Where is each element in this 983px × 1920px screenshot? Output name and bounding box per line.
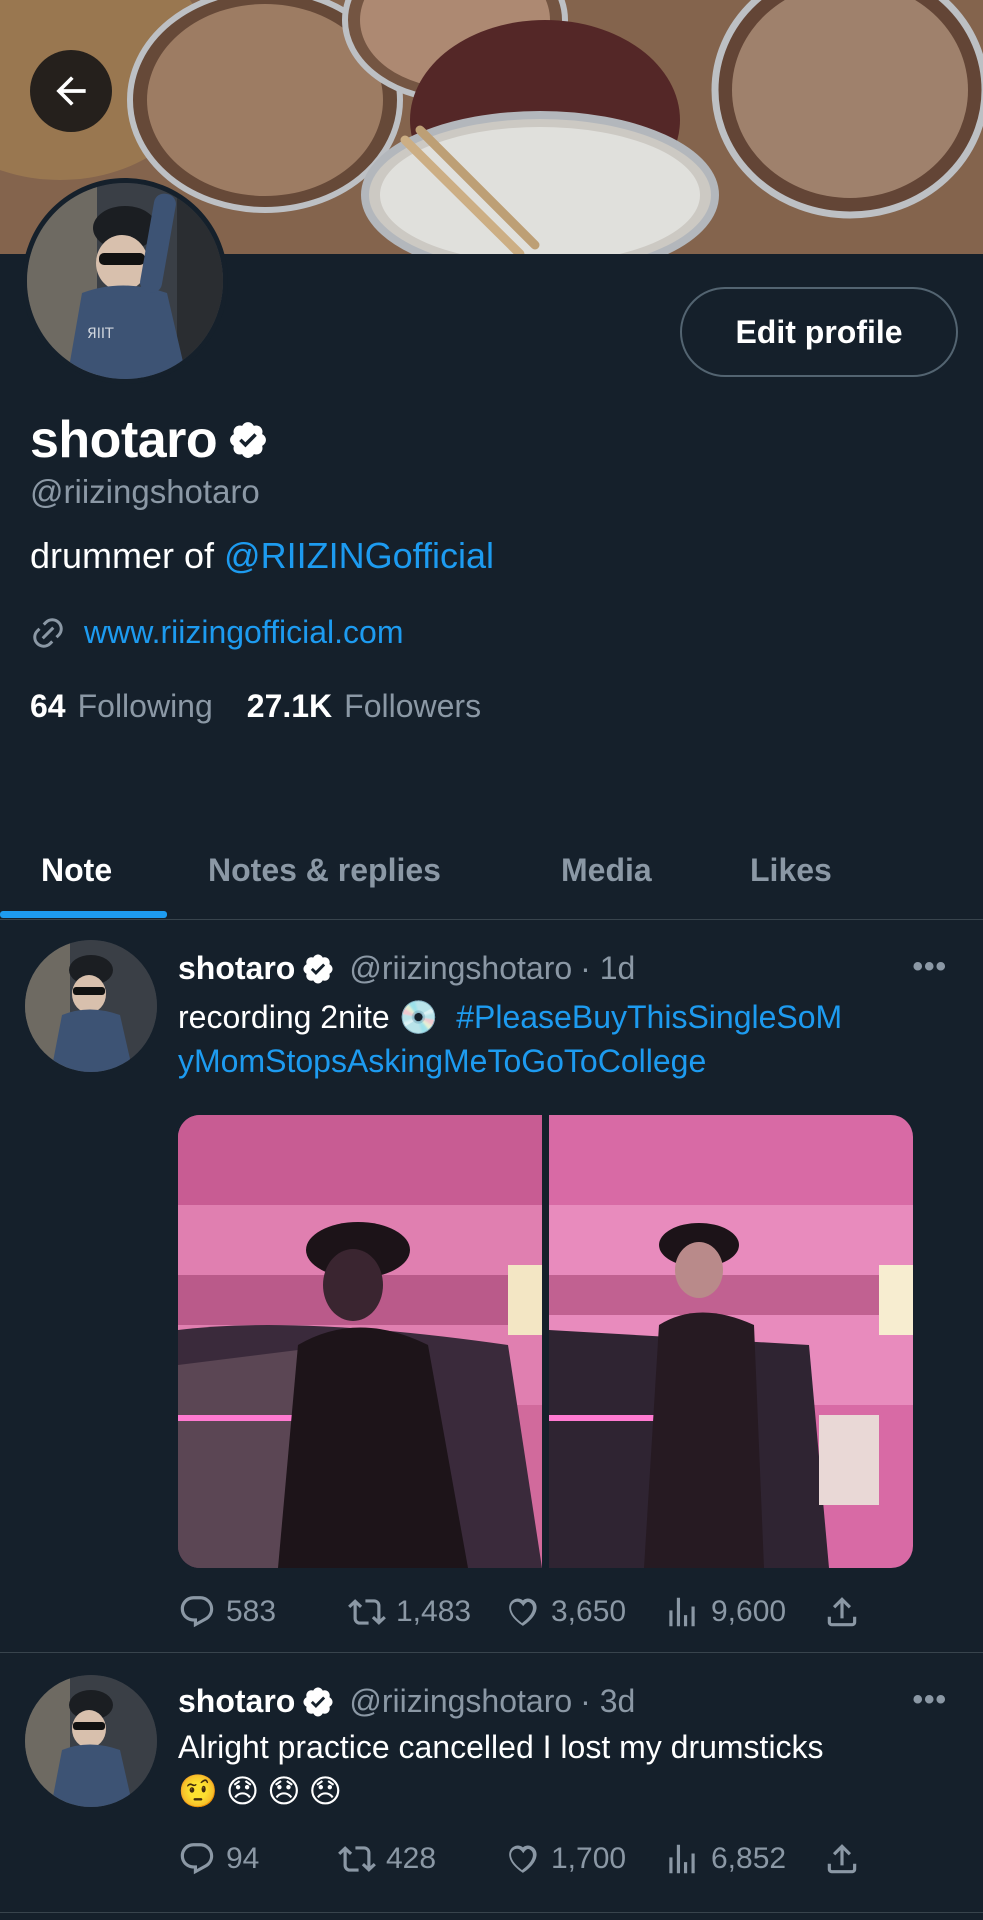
tab-likes[interactable]: Likes <box>750 820 832 920</box>
post-author-name[interactable]: shotaro <box>178 1683 295 1720</box>
repost-count: 428 <box>386 1842 437 1875</box>
heart-icon <box>509 1598 537 1626</box>
following-label: Following <box>77 688 213 724</box>
tab-notes-and-replies[interactable]: Notes & replies <box>208 820 441 920</box>
post-header: shotaro @riizingshotaro · 3d <box>178 1683 635 1720</box>
views-count: 6,852 <box>711 1842 787 1875</box>
display-name-row: shotaro <box>30 410 269 470</box>
like-count: 3,650 <box>551 1595 627 1628</box>
post-text: recording 2nite 💿 #PleaseBuyThisSingleSo… <box>178 995 948 1083</box>
arrow-left-icon <box>56 76 86 106</box>
followers-label: Followers <box>344 688 482 724</box>
verified-badge-icon <box>230 422 267 458</box>
post-author-handle: @riizingshotaro <box>349 1683 573 1719</box>
post-photo-1[interactable] <box>178 1115 542 1568</box>
tab-note[interactable]: Note <box>41 820 112 920</box>
post-author-handle: @riizingshotaro <box>349 950 573 986</box>
like-button[interactable]: 3,650 <box>503 1593 626 1631</box>
reply-count: 94 <box>226 1842 260 1875</box>
post-actions: 583 1,483 3,650 9,600 <box>178 1590 878 1634</box>
views-icon <box>669 1597 695 1627</box>
following-count: 64 <box>30 688 66 724</box>
profile-avatar[interactable]: ЯIIT <box>22 178 228 384</box>
avatar-image <box>25 1675 157 1807</box>
photo-image <box>178 1115 542 1568</box>
views-button[interactable]: 9,600 <box>663 1593 786 1631</box>
reply-count: 583 <box>226 1595 277 1628</box>
post-media-gallery[interactable] <box>178 1115 913 1568</box>
post-author-name[interactable]: shotaro <box>178 950 295 987</box>
edit-profile-button[interactable]: Edit profile <box>680 287 958 377</box>
post-actions: 94 428 1,700 6,852 <box>178 1837 878 1881</box>
avatar-image <box>25 940 157 1072</box>
followers-count: 27.1K <box>246 688 333 724</box>
post-header: shotaro @riizingshotaro · 1d <box>178 950 635 987</box>
post-item[interactable]: shotaro @riizingshotaro · 3d ••• Alright… <box>0 1653 983 1913</box>
bio-text: drummer of <box>30 535 225 576</box>
repost-button[interactable]: 428 <box>338 1840 436 1878</box>
reply-button[interactable]: 94 <box>178 1840 259 1878</box>
views-icon <box>669 1844 695 1874</box>
post-item[interactable]: shotaro @riizingshotaro · 1d ••• recordi… <box>0 920 983 1653</box>
post-emojis: 🤨😞😞😞 <box>178 1772 350 1810</box>
tab-media[interactable]: Media <box>561 820 652 920</box>
follow-stats: 64 Following 27.1K Followers <box>30 688 481 725</box>
verified-badge-icon <box>303 1686 333 1717</box>
share-button[interactable] <box>823 1593 861 1631</box>
profile-handle: @riizingshotaro <box>30 473 260 510</box>
post-body: Alright practice cancelled I lost my dru… <box>178 1729 824 1765</box>
post-hashtag[interactable]: #PleaseBuyThisSingleSoM <box>456 999 842 1035</box>
post-avatar[interactable] <box>25 940 157 1072</box>
heart-icon <box>509 1845 537 1873</box>
following-stat[interactable]: 64 Following <box>30 688 213 725</box>
profile-bio: drummer of @RIIZINGofficial <box>30 535 494 577</box>
post-timestamp[interactable]: · 1d <box>580 950 635 987</box>
link-icon <box>33 617 63 648</box>
back-button[interactable] <box>30 50 112 132</box>
share-icon <box>827 1597 857 1627</box>
post-hashtag-continued[interactable]: yMomStopsAskingMeToGoToCollege <box>178 1043 706 1079</box>
website-link[interactable]: www.riizingofficial.com <box>84 614 404 651</box>
post-photo-2[interactable] <box>549 1115 913 1568</box>
followers-stat[interactable]: 27.1K Followers <box>247 688 481 725</box>
repost-button[interactable]: 1,483 <box>348 1593 471 1631</box>
more-options-icon[interactable]: ••• <box>912 950 947 984</box>
repost-count: 1,483 <box>396 1595 472 1628</box>
post-text: Alright practice cancelled I lost my dru… <box>178 1725 948 1813</box>
post-timestamp[interactable]: · 3d <box>580 1683 635 1720</box>
reply-icon <box>180 1843 214 1875</box>
display-name: shotaro <box>30 411 218 469</box>
like-count: 1,700 <box>551 1842 627 1875</box>
active-tab-indicator <box>0 911 167 918</box>
bio-mention-link[interactable]: @RIIZINGofficial <box>224 535 494 576</box>
like-button[interactable]: 1,700 <box>503 1840 626 1878</box>
avatar-image: ЯIIT <box>27 183 223 379</box>
profile-tabs: Note Notes & replies Media Likes <box>0 820 983 920</box>
share-button[interactable] <box>823 1840 861 1878</box>
post-avatar[interactable] <box>25 1675 157 1807</box>
post-body: recording 2nite 💿 <box>178 999 439 1035</box>
more-options-icon[interactable]: ••• <box>912 1683 947 1717</box>
views-count: 9,600 <box>711 1595 787 1628</box>
repost-icon <box>338 1846 376 1872</box>
svg-text:ЯIIT: ЯIIT <box>87 326 114 342</box>
verified-badge-icon <box>303 953 333 984</box>
photo-image <box>549 1115 913 1568</box>
repost-icon <box>348 1599 386 1625</box>
views-button[interactable]: 6,852 <box>663 1840 786 1878</box>
profile-website: www.riizingofficial.com <box>30 614 404 651</box>
reply-button[interactable]: 583 <box>178 1593 276 1631</box>
share-icon <box>827 1844 857 1874</box>
profile-page: ЯIIT Edit profile shotaro @riizingshotar… <box>0 0 983 1920</box>
reply-icon <box>180 1596 214 1628</box>
